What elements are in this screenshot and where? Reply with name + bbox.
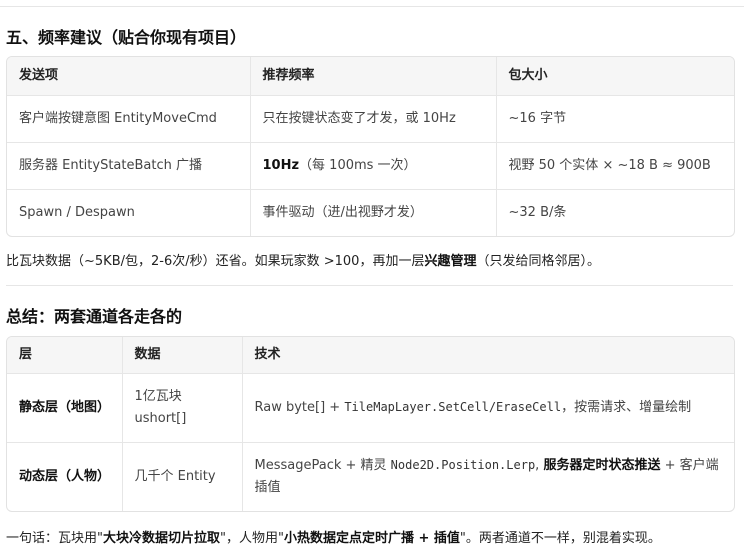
inline-code: TileMapLayer.SetCell/EraseCell — [344, 400, 562, 414]
bold-text: 大块冷数据切片拉取 — [102, 531, 220, 546]
table-row: Spawn / Despawn 事件驱动（进/出视野才发） ~32 B/条 — [7, 189, 734, 236]
table-header-row: 层 数据 技术 — [7, 337, 734, 374]
column-header: 发送项 — [7, 57, 251, 96]
conclusion-text: "。两者通道不一样，别混着实现。 — [459, 531, 661, 546]
table-row: 客户端按键意图 EntityMoveCmd 只在按键状态变了才发，或 10Hz … — [7, 95, 734, 143]
table-cell: 静态层（地图） — [7, 373, 123, 443]
layer-name: 静态层（地图） — [19, 399, 111, 415]
column-header: 技术 — [242, 337, 734, 374]
conclusion: 一句话：瓦块用"大块冷数据切片拉取"，人物用"小热数据定点定时广播 + 插值"。… — [6, 527, 661, 546]
table-cell: 视野 50 个实体 × ~18 B ≈ 900B — [496, 142, 734, 190]
column-header: 数据 — [122, 337, 243, 374]
bold-text: 10Hz — [262, 157, 300, 173]
column-header: 包大小 — [496, 57, 734, 96]
cell-text: Raw byte[] + — [254, 400, 345, 415]
table-cell: ~16 字节 — [496, 95, 734, 143]
summary-table: 层 数据 技术 静态层（地图） 1亿瓦块 ushort[] Raw byte[] … — [6, 336, 735, 512]
table-row: 静态层（地图） 1亿瓦块 ushort[] Raw byte[] + TileMa… — [7, 373, 734, 443]
note-text: 比瓦块数据（~5KB/包，2-6次/秒）还省。如果玩家数 >100，再加一层 — [6, 254, 425, 269]
cell-text: ，按需请求、增量绘制 — [561, 400, 692, 415]
column-header: 层 — [7, 337, 123, 374]
bold-text: 服务器定时状态推送 — [543, 458, 661, 474]
section-heading-frequency: 五、频率建议（贴合你现有项目） — [6, 28, 247, 47]
table-cell: MessagePack + 精灵 Node2D.Position.Lerp, 服… — [242, 442, 734, 511]
table-cell: 几千个 Entity — [122, 442, 243, 511]
top-divider — [0, 6, 744, 7]
cell-text: ushort[] — [134, 410, 187, 426]
table-row: 动态层（人物） 几千个 Entity MessagePack + 精灵 Node… — [7, 442, 734, 511]
table-header-row: 发送项 推荐频率 包大小 — [7, 57, 734, 96]
inline-code: Node2D.Position.Lerp — [390, 458, 536, 473]
table-cell: 1亿瓦块 ushort[] — [122, 373, 243, 443]
section-heading-summary: 总结：两套通道各走各的 — [6, 307, 183, 326]
bold-text: 小热数据定点定时广播 + 插值 — [283, 531, 460, 546]
table-cell: 动态层（人物） — [7, 442, 123, 511]
table-cell: 事件驱动（进/出视野才发） — [250, 189, 497, 236]
cell-text: MessagePack + 精灵 — [254, 458, 391, 474]
bold-text: 兴趣管理 — [424, 254, 477, 269]
frequency-note: 比瓦块数据（~5KB/包，2-6次/秒）还省。如果玩家数 >100，再加一层兴趣… — [6, 250, 600, 269]
conclusion-text: 一句话：瓦块用" — [6, 531, 103, 546]
cell-text: （每 100ms 一次） — [299, 157, 417, 173]
table-cell: 只在按键状态变了才发，或 10Hz — [250, 95, 497, 143]
table-cell: 10Hz（每 100ms 一次） — [250, 142, 497, 190]
table-cell: Raw byte[] + TileMapLayer.SetCell/EraseC… — [242, 373, 734, 443]
table-cell: 客户端按键意图 EntityMoveCmd — [7, 95, 251, 143]
table-cell: 服务器 EntityStateBatch 广播 — [7, 142, 251, 190]
table-row: 服务器 EntityStateBatch 广播 10Hz（每 100ms 一次）… — [7, 142, 734, 190]
frequency-table: 发送项 推荐频率 包大小 客户端按键意图 EntityMoveCmd 只在按键状… — [6, 56, 735, 237]
note-text: （只发给同格邻居）。 — [476, 254, 600, 269]
table-cell: ~32 B/条 — [508, 204, 567, 220]
column-header: 推荐频率 — [250, 57, 497, 96]
section-divider — [6, 285, 733, 286]
table-cell: Spawn / Despawn — [7, 189, 251, 236]
conclusion-text: "，人物用" — [220, 531, 284, 546]
cell-text: 1亿瓦块 — [134, 388, 182, 404]
layer-name: 动态层（人物） — [19, 468, 111, 484]
